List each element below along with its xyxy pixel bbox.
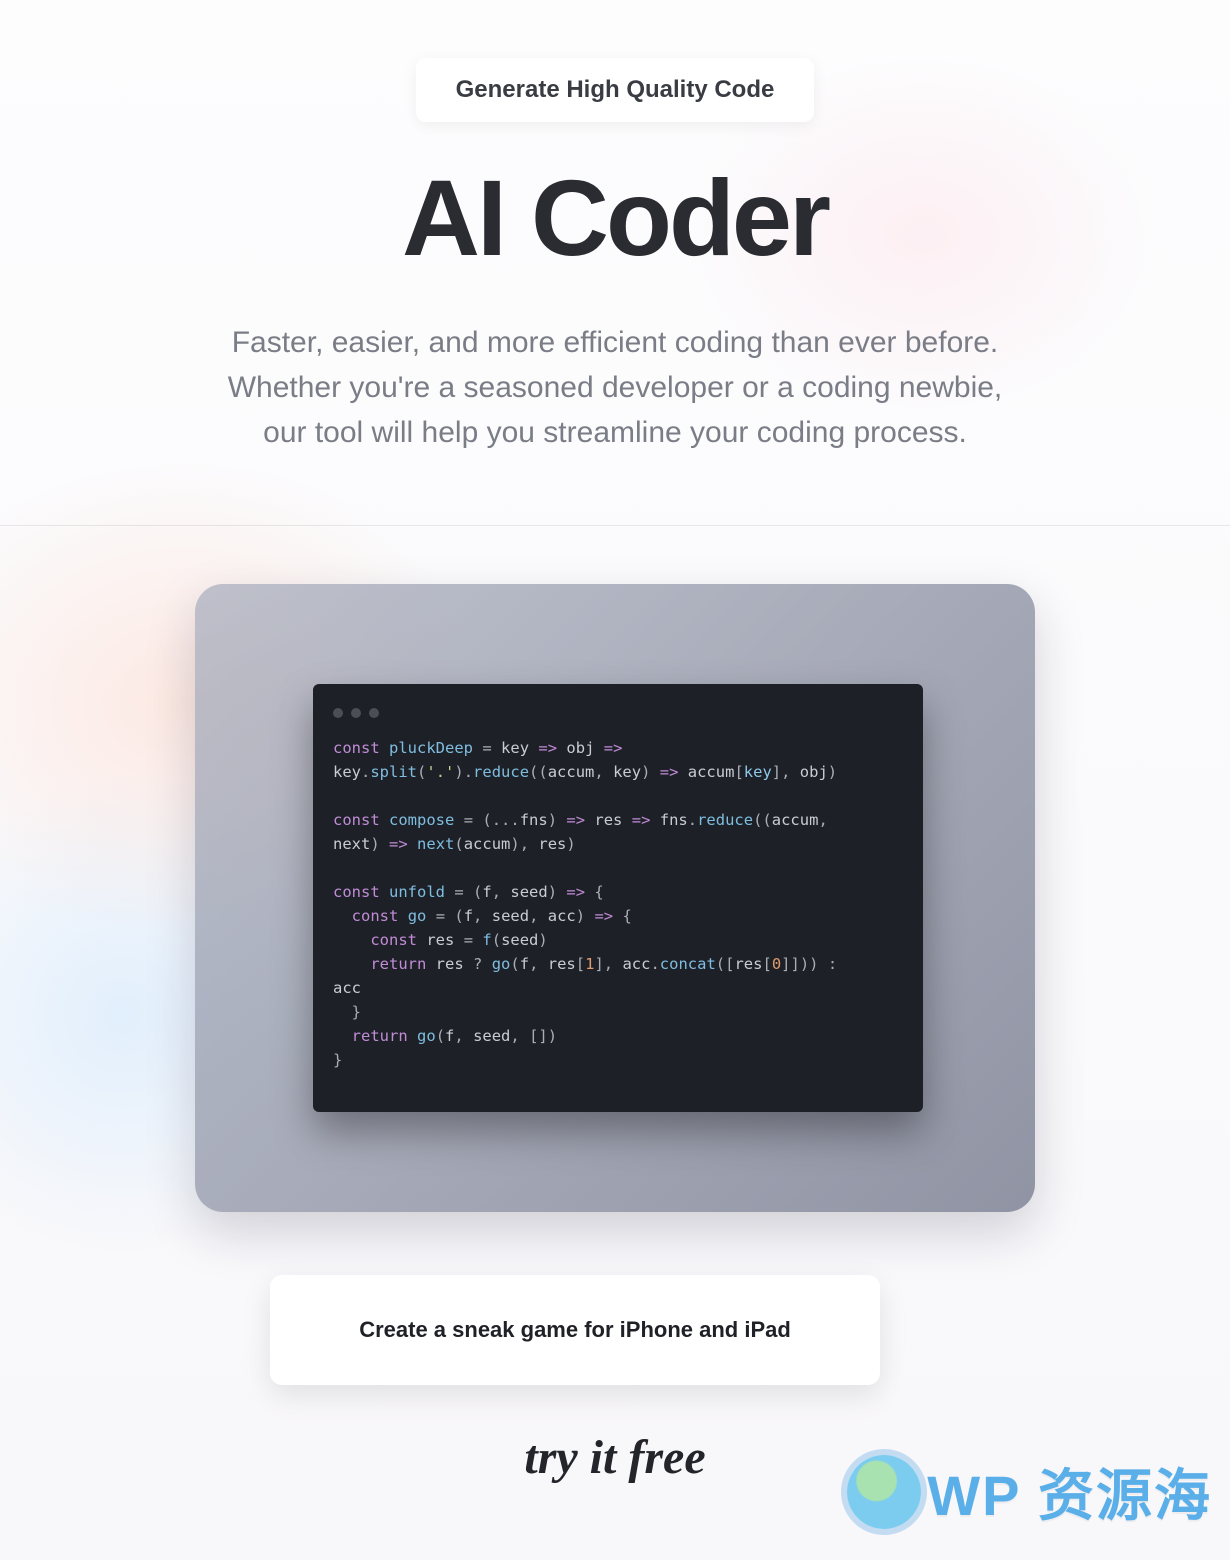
watermark: WP 资源海 <box>847 1451 1212 1532</box>
badge-pill: Generate High Quality Code <box>416 58 815 122</box>
page-subtitle: Faster, easier, and more efficient codin… <box>225 320 1005 455</box>
window-controls <box>333 708 903 718</box>
globe-icon <box>847 1455 921 1529</box>
example-prompt-card[interactable]: Create a sneak game for iPhone and iPad <box>270 1275 880 1385</box>
window-dot-icon <box>351 708 361 718</box>
section-divider <box>0 525 1230 526</box>
window-dot-icon <box>369 708 379 718</box>
example-prompt-text: Create a sneak game for iPhone and iPad <box>359 1317 791 1343</box>
code-panel: const pluckDeep = key => obj => key.spli… <box>195 584 1035 1212</box>
page-title: AI Coder <box>0 164 1230 272</box>
window-dot-icon <box>333 708 343 718</box>
code-editor: const pluckDeep = key => obj => key.spli… <box>313 684 923 1112</box>
watermark-text: WP 资源海 <box>927 1451 1212 1532</box>
code-block: const pluckDeep = key => obj => key.spli… <box>333 736 903 1072</box>
